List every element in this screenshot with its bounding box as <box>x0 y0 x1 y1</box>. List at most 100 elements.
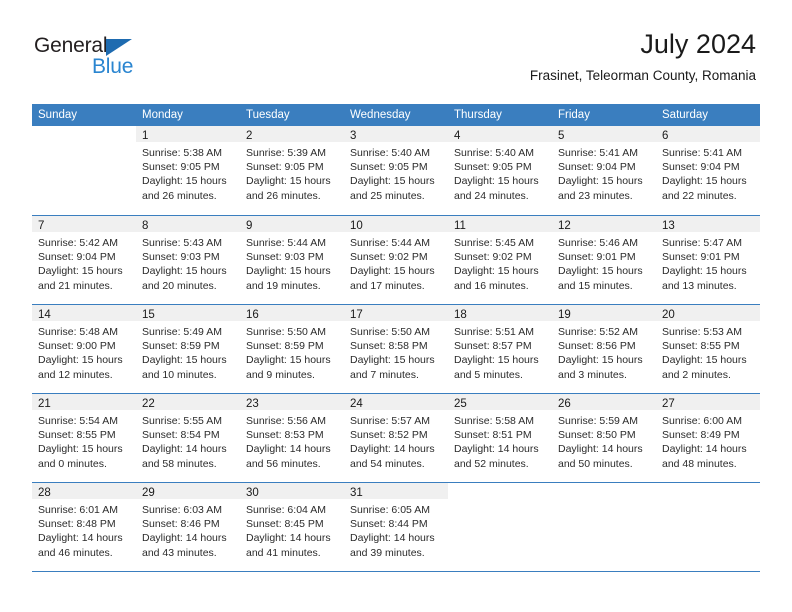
calendar-day-cell[interactable]: 23 Sunrise: 5:56 AM Sunset: 8:53 PM Dayligh… <box>240 394 344 482</box>
day-details: Sunrise: 5:40 AM Sunset: 9:05 PM Daylight:… <box>344 142 448 203</box>
day-details: Sunrise: 5:44 AM Sunset: 9:02 PM Daylight:… <box>344 232 448 293</box>
daylight-text-line1: Daylight: 15 hours <box>142 175 227 188</box>
weekday-header-thursday: Thursday <box>454 109 502 121</box>
calendar-day-cell[interactable]: 17 Sunrise: 5:50 AM Sunset: 8:58 PM Dayligh… <box>344 305 448 393</box>
day-number-band <box>32 126 136 142</box>
calendar-day-cell[interactable]: 25 Sunrise: 5:58 AM Sunset: 8:51 PM Dayligh… <box>448 394 552 482</box>
day-number-band: 3 <box>344 126 448 142</box>
day-details: Sunrise: 5:46 AM Sunset: 9:01 PM Daylight:… <box>552 232 656 293</box>
calendar-day-cell[interactable]: 30 Sunrise: 6:04 AM Sunset: 8:45 PM Dayligh… <box>240 483 344 571</box>
day-details: Sunrise: 5:57 AM Sunset: 8:52 PM Daylight:… <box>344 410 448 471</box>
daylight-text-line1: Daylight: 14 hours <box>454 443 539 456</box>
generalblue-logo: General Blue <box>34 34 174 82</box>
day-number-band: 23 <box>240 394 344 410</box>
day-number-band: 16 <box>240 305 344 321</box>
calendar-day-cell[interactable]: 22 Sunrise: 5:55 AM Sunset: 8:54 PM Dayligh… <box>136 394 240 482</box>
sunset-text: Sunset: 8:54 PM <box>142 429 220 442</box>
day-details: Sunrise: 5:40 AM Sunset: 9:05 PM Daylight:… <box>448 142 552 203</box>
calendar-day-cell[interactable]: 27 Sunrise: 6:00 AM Sunset: 8:49 PM Dayligh… <box>656 394 760 482</box>
day-details: Sunrise: 5:38 AM Sunset: 9:05 PM Daylight:… <box>136 142 240 203</box>
calendar-day-cell[interactable]: 28 Sunrise: 6:01 AM Sunset: 8:48 PM Dayligh… <box>32 483 136 571</box>
day-number: 8 <box>142 220 149 232</box>
calendar-day-cell[interactable]: 8 Sunrise: 5:43 AM Sunset: 9:03 PM Daylight… <box>136 216 240 304</box>
calendar-day-cell[interactable]: 16 Sunrise: 5:50 AM Sunset: 8:59 PM Dayligh… <box>240 305 344 393</box>
calendar-day-cell-empty <box>552 483 656 571</box>
day-number-band: 26 <box>552 394 656 410</box>
day-number: 1 <box>142 130 149 142</box>
sunrise-text: Sunrise: 5:44 AM <box>350 237 430 249</box>
calendar-day-cell[interactable]: 3 Sunrise: 5:40 AM Sunset: 9:05 PM Daylight… <box>344 126 448 215</box>
day-details <box>448 499 552 503</box>
daylight-text-line1: Daylight: 14 hours <box>246 443 331 456</box>
day-number-band: 9 <box>240 216 344 232</box>
day-number-band: 4 <box>448 126 552 142</box>
calendar-day-cell[interactable]: 9 Sunrise: 5:44 AM Sunset: 9:03 PM Daylight… <box>240 216 344 304</box>
daylight-text-line2: and 43 minutes. <box>142 546 217 559</box>
daylight-text-line2: and 46 minutes. <box>38 546 113 559</box>
day-number: 30 <box>246 487 259 499</box>
sunrise-text: Sunrise: 6:01 AM <box>38 504 118 516</box>
calendar-day-cell[interactable]: 21 Sunrise: 5:54 AM Sunset: 8:55 PM Dayligh… <box>32 394 136 482</box>
day-number: 7 <box>38 220 45 232</box>
day-number: 3 <box>350 130 357 142</box>
calendar-day-cell[interactable]: 6 Sunrise: 5:41 AM Sunset: 9:04 PM Daylight… <box>656 126 760 215</box>
calendar-day-cell[interactable]: 5 Sunrise: 5:41 AM Sunset: 9:04 PM Daylight… <box>552 126 656 215</box>
calendar-day-cell[interactable]: 20 Sunrise: 5:53 AM Sunset: 8:55 PM Dayligh… <box>656 305 760 393</box>
calendar-day-cell[interactable]: 11 Sunrise: 5:45 AM Sunset: 9:02 PM Dayligh… <box>448 216 552 304</box>
day-number: 27 <box>662 398 675 410</box>
weekday-header-tuesday: Tuesday <box>246 109 290 121</box>
daylight-text-line2: and 24 minutes. <box>454 189 529 202</box>
calendar-day-cell[interactable]: 29 Sunrise: 6:03 AM Sunset: 8:46 PM Dayligh… <box>136 483 240 571</box>
day-number-band: 31 <box>344 483 448 499</box>
sunrise-text: Sunrise: 5:57 AM <box>350 415 430 427</box>
calendar-day-cell[interactable]: 7 Sunrise: 5:42 AM Sunset: 9:04 PM Daylight… <box>32 216 136 304</box>
daylight-text-line1: Daylight: 15 hours <box>142 265 227 278</box>
sunset-text: Sunset: 8:55 PM <box>662 340 740 353</box>
calendar-day-cell[interactable]: 4 Sunrise: 5:40 AM Sunset: 9:05 PM Daylight… <box>448 126 552 215</box>
sunrise-text: Sunrise: 5:50 AM <box>246 326 326 338</box>
calendar-day-cell[interactable]: 15 Sunrise: 5:49 AM Sunset: 8:59 PM Dayligh… <box>136 305 240 393</box>
day-number-band: 22 <box>136 394 240 410</box>
daylight-text-line2: and 48 minutes. <box>662 457 737 470</box>
day-number-band: 25 <box>448 394 552 410</box>
calendar-day-cell[interactable]: 14 Sunrise: 5:48 AM Sunset: 9:00 PM Dayligh… <box>32 305 136 393</box>
calendar-day-cell[interactable]: 2 Sunrise: 5:39 AM Sunset: 9:05 PM Daylight… <box>240 126 344 215</box>
daylight-text-line2: and 9 minutes. <box>246 368 315 381</box>
day-details: Sunrise: 5:53 AM Sunset: 8:55 PM Daylight:… <box>656 321 760 382</box>
calendar-day-cell[interactable]: 24 Sunrise: 5:57 AM Sunset: 8:52 PM Dayligh… <box>344 394 448 482</box>
calendar-page: General Blue July 2024 Frasinet, Teleorm… <box>0 0 792 612</box>
daylight-text-line2: and 22 minutes. <box>662 189 737 202</box>
day-number: 15 <box>142 309 155 321</box>
day-details: Sunrise: 6:00 AM Sunset: 8:49 PM Daylight:… <box>656 410 760 471</box>
daylight-text-line1: Daylight: 15 hours <box>38 443 123 456</box>
daylight-text-line1: Daylight: 15 hours <box>454 265 539 278</box>
day-details: Sunrise: 5:43 AM Sunset: 9:03 PM Daylight:… <box>136 232 240 293</box>
sunset-text: Sunset: 9:04 PM <box>558 161 636 174</box>
sunrise-text: Sunrise: 6:03 AM <box>142 504 222 516</box>
calendar-day-cell[interactable]: 19 Sunrise: 5:52 AM Sunset: 8:56 PM Dayligh… <box>552 305 656 393</box>
daylight-text-line2: and 12 minutes. <box>38 368 113 381</box>
daylight-text-line2: and 13 minutes. <box>662 279 737 292</box>
sunrise-text: Sunrise: 5:55 AM <box>142 415 222 427</box>
calendar-day-cell[interactable]: 13 Sunrise: 5:47 AM Sunset: 9:01 PM Dayligh… <box>656 216 760 304</box>
sunset-text: Sunset: 9:05 PM <box>454 161 532 174</box>
day-number: 4 <box>454 130 461 142</box>
day-number-band: 28 <box>32 483 136 499</box>
day-details: Sunrise: 5:52 AM Sunset: 8:56 PM Daylight:… <box>552 321 656 382</box>
day-number-band: 20 <box>656 305 760 321</box>
day-number-band: 6 <box>656 126 760 142</box>
day-number-band: 7 <box>32 216 136 232</box>
calendar-day-cell[interactable]: 26 Sunrise: 5:59 AM Sunset: 8:50 PM Dayligh… <box>552 394 656 482</box>
calendar-day-cell[interactable]: 12 Sunrise: 5:46 AM Sunset: 9:01 PM Dayligh… <box>552 216 656 304</box>
calendar-day-cell[interactable]: 31 Sunrise: 6:05 AM Sunset: 8:44 PM Dayligh… <box>344 483 448 571</box>
sunset-text: Sunset: 8:45 PM <box>246 518 324 531</box>
day-details: Sunrise: 5:51 AM Sunset: 8:57 PM Daylight:… <box>448 321 552 382</box>
calendar-grid: Sunday Monday Tuesday Wednesday Thursday… <box>32 104 760 572</box>
day-details: Sunrise: 5:50 AM Sunset: 8:59 PM Daylight:… <box>240 321 344 382</box>
sunrise-text: Sunrise: 5:42 AM <box>38 237 118 249</box>
daylight-text-line1: Daylight: 14 hours <box>142 532 227 545</box>
calendar-day-cell[interactable]: 18 Sunrise: 5:51 AM Sunset: 8:57 PM Dayligh… <box>448 305 552 393</box>
calendar-day-cell[interactable]: 1 Sunrise: 5:38 AM Sunset: 9:05 PM Daylight… <box>136 126 240 215</box>
calendar-day-cell[interactable]: 10 Sunrise: 5:44 AM Sunset: 9:02 PM Dayligh… <box>344 216 448 304</box>
sunset-text: Sunset: 8:46 PM <box>142 518 220 531</box>
